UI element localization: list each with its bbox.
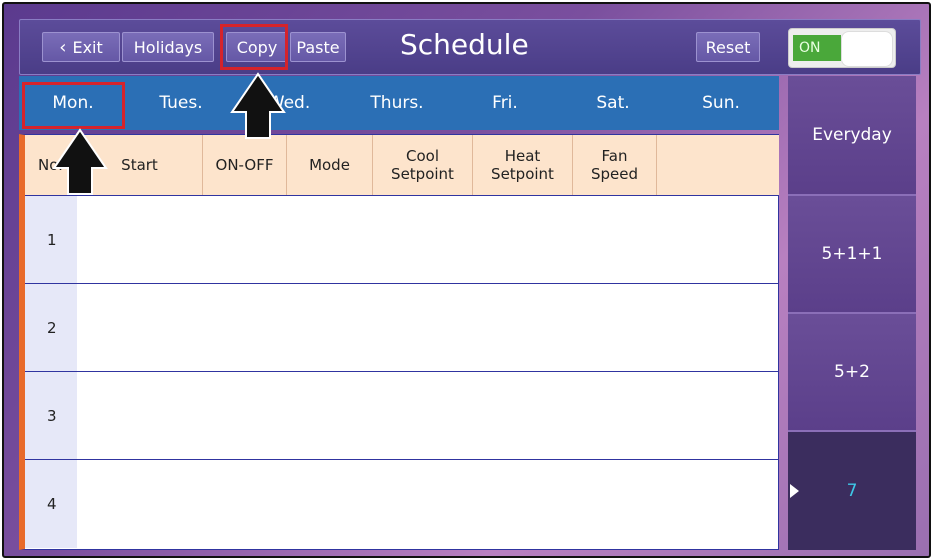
mode-everyday-button[interactable]: Everyday: [788, 76, 916, 194]
row-number: 1: [25, 196, 77, 283]
toggle-knob: [841, 31, 893, 67]
schedule-table: No. Start ON-OFF Mode Cool Setpoint Heat…: [19, 134, 779, 550]
col-cool-setpoint: Cool Setpoint: [373, 135, 473, 195]
copy-highlight-box: [220, 24, 288, 70]
table-row[interactable]: 3: [25, 372, 779, 460]
arrow-up-icon: [52, 128, 108, 195]
row-number: 2: [25, 284, 77, 371]
holidays-button[interactable]: Holidays: [122, 32, 214, 62]
table-row[interactable]: 1: [25, 196, 779, 284]
arrow-up-icon: [230, 72, 286, 139]
tab-tues[interactable]: Tues.: [127, 76, 235, 130]
toggle-on-label: ON: [793, 35, 841, 61]
mode-7-label: 7: [846, 481, 858, 501]
mode-5-2-button[interactable]: 5+2: [788, 312, 916, 430]
tab-fri[interactable]: Fri.: [451, 76, 559, 130]
tab-sat[interactable]: Sat.: [559, 76, 667, 130]
col-heat-setpoint: Heat Setpoint: [473, 135, 573, 195]
row-number: 4: [25, 460, 77, 548]
table-row[interactable]: 4: [25, 460, 779, 548]
tab-sun[interactable]: Sun.: [667, 76, 775, 130]
col-mode: Mode: [287, 135, 373, 195]
mon-highlight-box: [22, 82, 125, 129]
top-toolbar: ‹ Exit Holidays Copy Paste Schedule Reset…: [19, 19, 921, 75]
day-tabs: Mon. Tues. Wed. Thurs. Fri. Sat. Sun.: [19, 76, 779, 130]
mode-5-1-1-button[interactable]: 5+1+1: [788, 194, 916, 312]
tab-thurs[interactable]: Thurs.: [343, 76, 451, 130]
mode-sidebar: Everyday 5+1+1 5+2 7: [788, 76, 916, 550]
col-fan-speed: Fan Speed: [573, 135, 657, 195]
exit-label: Exit: [72, 38, 103, 57]
device-screen: ‹ Exit Holidays Copy Paste Schedule Reset…: [2, 2, 931, 558]
selected-indicator-icon: [790, 484, 799, 498]
row-number: 3: [25, 372, 77, 459]
paste-button[interactable]: Paste: [290, 32, 346, 62]
table-row[interactable]: 2: [25, 284, 779, 372]
mode-7-button[interactable]: 7: [788, 430, 916, 550]
exit-button[interactable]: ‹ Exit: [42, 32, 120, 62]
power-toggle[interactable]: ON: [788, 28, 896, 68]
reset-button[interactable]: Reset: [696, 32, 760, 62]
page-title: Schedule: [400, 28, 529, 61]
table-header: No. Start ON-OFF Mode Cool Setpoint Heat…: [25, 135, 779, 196]
col-extra: [657, 135, 779, 195]
col-on-off: ON-OFF: [203, 135, 287, 195]
chevron-left-icon: ‹: [59, 37, 67, 58]
